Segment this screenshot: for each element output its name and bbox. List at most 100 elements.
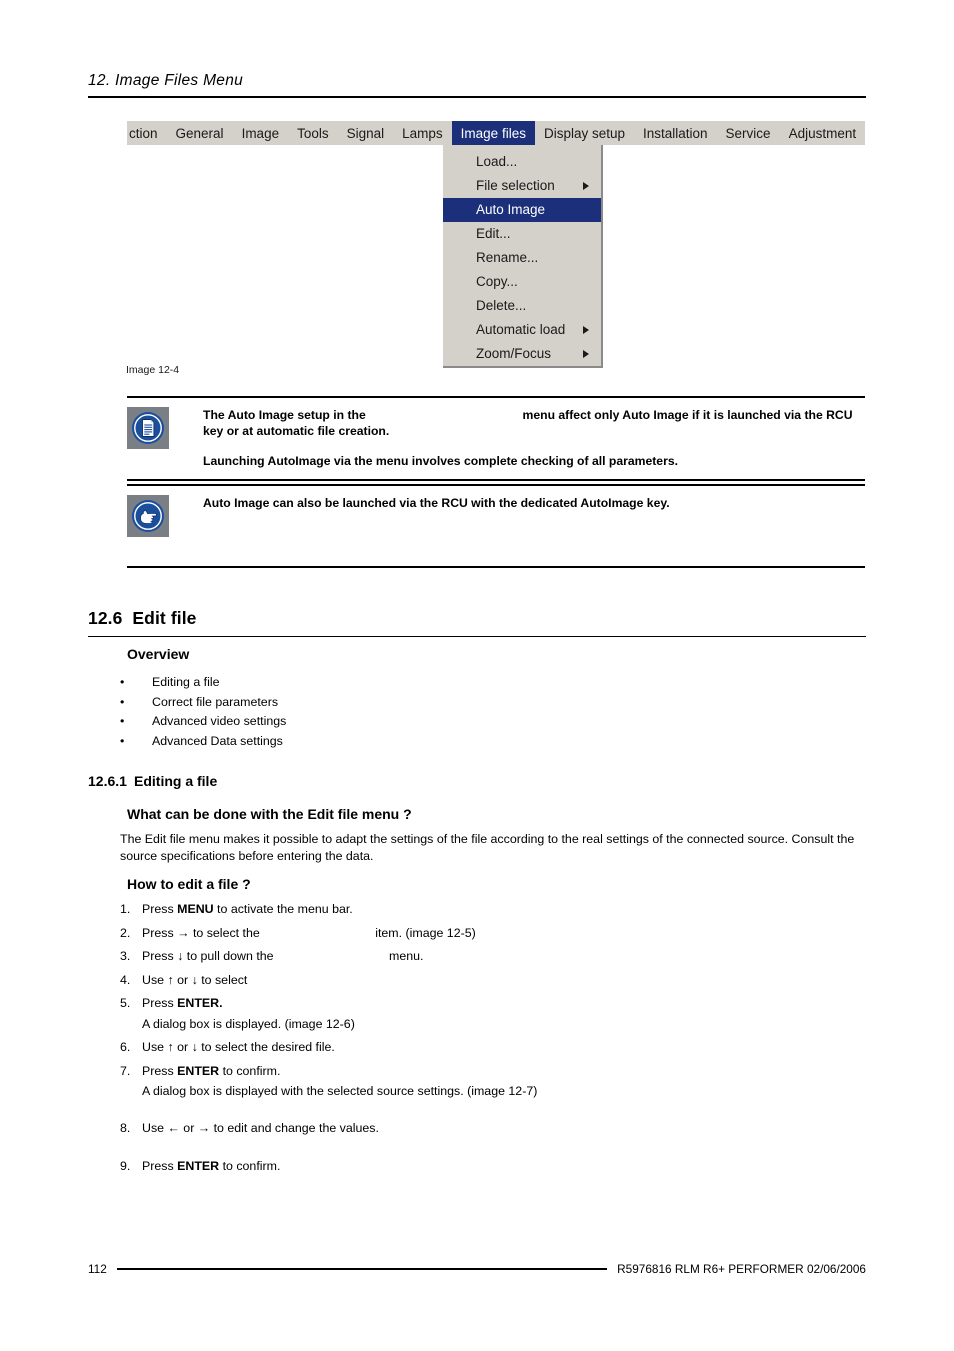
bullet-icon: • <box>120 733 125 748</box>
dropdown-item-delete[interactable]: Delete... <box>443 294 601 318</box>
question-heading-how-to-edit: How to edit a file ? <box>127 876 251 892</box>
step-text-pre: Use ↑ or ↓ to select the desired file. <box>142 1040 335 1054</box>
step-text-pre: Press <box>142 902 178 916</box>
step-text-pre: Press → to select the <box>142 925 264 940</box>
menubar-item-general[interactable]: General <box>167 121 233 145</box>
step-result-text: A dialog box is displayed. (image 12-6) <box>142 1016 355 1031</box>
osd-menubar: ction General Image Tools Signal Lamps Image f… <box>127 121 865 145</box>
step-text: Press ↓ to pull down the menu. <box>142 949 720 963</box>
step-text: Press ENTER. <box>142 996 720 1010</box>
step-text: Use ↑ or ↓ to select the desired file. <box>142 1040 720 1054</box>
dropdown-item-auto-image[interactable]: Auto Image <box>443 198 601 222</box>
step-item: 5. Press ENTER. <box>120 996 720 1010</box>
step-result-text: A dialog box is displayed with the selec… <box>142 1084 538 1098</box>
submenu-arrow-icon <box>583 350 589 358</box>
menubar-item-service[interactable]: Service <box>717 121 780 145</box>
dropdown-item-rename[interactable]: Rename... <box>443 246 601 270</box>
menubar-item-ction[interactable]: ction <box>127 121 167 145</box>
step-text-pre: Press <box>142 1158 178 1173</box>
submenu-arrow-icon <box>583 326 589 334</box>
subsection-title: Editing a file <box>134 773 218 789</box>
step-item: 4. Use ↑ or ↓ to select <box>120 973 720 987</box>
dropdown-item-label: Copy... <box>476 274 518 289</box>
chapter-title: 12. Image Files Menu <box>88 72 244 89</box>
footer-page-number: 112 <box>88 1262 107 1276</box>
note-text-before: The Auto Image setup in the <box>203 408 366 422</box>
dropdown-item-label: Edit... <box>476 226 511 241</box>
menubar-item-signal[interactable]: Signal <box>338 121 394 145</box>
footer-rule <box>116 1268 608 1270</box>
bullet-icon: • <box>120 694 125 709</box>
menubar-item-display-setup[interactable]: Display setup <box>535 121 634 145</box>
overview-list-item: • Correct file parameters <box>120 695 620 715</box>
step-number: 4. <box>120 972 131 987</box>
step-item: 8. Use ← or → to edit and change the valu… <box>120 1121 720 1135</box>
page-footer: 112 R5976816 RLM R6+ PERFORMER 02/06/200… <box>88 1262 866 1276</box>
overview-bullet-list: • Editing a file • Correct file parameters •… <box>120 675 620 753</box>
overview-heading: Overview <box>127 646 190 662</box>
dropdown-item-edit[interactable]: Edit... <box>443 222 601 246</box>
note-text-before: Launching AutoImage via the menu involve… <box>203 454 678 468</box>
step-number: 8. <box>120 1121 131 1135</box>
section-title: Edit file <box>132 608 197 628</box>
menubar-item-adjustment[interactable]: Adjustment <box>780 121 865 145</box>
overview-list-item: • Advanced video settings <box>120 714 620 734</box>
bullet-icon: • <box>120 714 125 728</box>
step-text-post: to confirm. <box>219 1063 281 1078</box>
note-line: Auto Image can also be launched via the … <box>203 496 670 510</box>
step-number: 2. <box>120 925 131 940</box>
question-heading-what-can-be-done: What can be done with the Edit file menu… <box>127 806 412 822</box>
osd-screenshot-figure: ction General Image Tools Signal Lamps Image f… <box>127 121 865 368</box>
overview-list-item-label: Advanced video settings <box>152 714 287 728</box>
step-key-label: ENTER. <box>177 996 223 1010</box>
step-text-pre: Use ↑ or ↓ to select <box>142 972 248 987</box>
step-text: Press ENTER to confirm. <box>142 1064 720 1078</box>
menubar-item-image-files[interactable]: Image files <box>451 121 535 145</box>
figure-caption-12-4: Image 12-4 <box>126 364 180 376</box>
menubar-item-installation[interactable]: Installation <box>634 121 717 145</box>
step-text: Use ← or → to edit and change the values… <box>142 1121 720 1135</box>
overview-list-item-label: Advanced Data settings <box>152 733 283 748</box>
dropdown-item-label: File selection <box>476 178 555 193</box>
step-text-tail: menu. <box>389 949 424 963</box>
subsection-number: 12.6.1 <box>88 773 127 789</box>
dropdown-item-automatic-load[interactable]: Automatic load <box>443 318 601 342</box>
page-running-header: 12. Image Files Menu <box>88 72 866 98</box>
step-item: 3. Press ↓ to pull down the menu. <box>120 949 720 963</box>
document-note-icon <box>127 407 169 449</box>
note-text-container: The Auto Image setup in the menu affect … <box>203 407 865 470</box>
dropdown-item-zoom-focus[interactable]: Zoom/Focus <box>443 342 601 366</box>
step-number: 3. <box>120 949 131 963</box>
step-text-post: to confirm. <box>219 1158 281 1173</box>
step-item: 6. Use ↑ or ↓ to select the desired file. <box>120 1040 720 1054</box>
step-text: Press MENU to activate the menu bar. <box>142 902 720 916</box>
step-number: 7. <box>120 1063 131 1078</box>
dropdown-item-file-selection[interactable]: File selection <box>443 174 601 198</box>
menubar-item-lamps[interactable]: Lamps <box>393 121 452 145</box>
menubar-item-tools[interactable]: Tools <box>288 121 338 145</box>
step-key-label: ENTER <box>177 1158 220 1173</box>
step-text: Press ENTER to confirm. <box>142 1159 720 1173</box>
overview-list-item: • Advanced Data settings <box>120 734 620 754</box>
dropdown-item-label: Auto Image <box>476 202 546 217</box>
dropdown-item-label: Load... <box>476 154 518 169</box>
dropdown-item-label: Zoom/Focus <box>476 346 552 361</box>
section-number: 12.6 <box>88 608 123 628</box>
dropdown-item-copy[interactable]: Copy... <box>443 270 601 294</box>
step-text-pre: Press <box>142 1063 178 1078</box>
note-text-container: Auto Image can also be launched via the … <box>203 495 865 512</box>
menubar-item-image[interactable]: Image <box>233 121 289 145</box>
step-text-pre: Press <box>142 996 178 1010</box>
note-block-auto-image: The Auto Image setup in the menu affect … <box>127 396 865 481</box>
overview-list-item: • Editing a file <box>120 675 620 695</box>
dropdown-item-load[interactable]: Load... <box>443 150 601 174</box>
step-number: 1. <box>120 902 131 916</box>
step-item: 2. Press → to select the item. (image 12-… <box>120 926 720 940</box>
step-number: 6. <box>120 1040 131 1054</box>
step-key-label: ENTER <box>177 1063 220 1078</box>
step-item: 7. Press ENTER to confirm. <box>120 1064 720 1078</box>
section-heading-12-6: 12.6 Edit file <box>88 608 866 637</box>
dropdown-item-label: Delete... <box>476 298 527 313</box>
dropdown-item-label: Rename... <box>476 250 539 265</box>
osd-menu-panel: Load... File selection Auto Image Edit... Re… <box>127 145 865 368</box>
